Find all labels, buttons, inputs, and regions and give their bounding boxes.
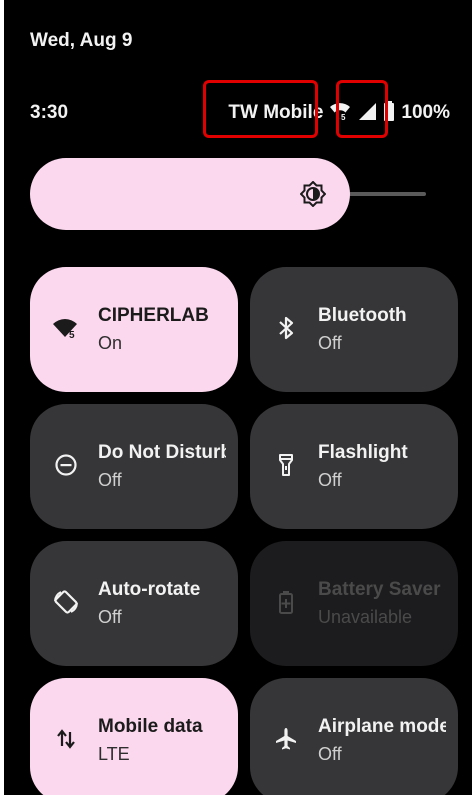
airplane-mode-tile[interactable]: Airplane mode Off (250, 678, 458, 795)
tile-title: Do Not Disturb (98, 442, 226, 463)
tile-state: On (98, 333, 123, 353)
carrier-highlight-box (203, 80, 318, 138)
do-not-disturb-tile[interactable]: Do Not Disturb Off (30, 404, 238, 529)
svg-text:5: 5 (69, 330, 75, 339)
signal-highlight-box (336, 80, 388, 138)
tile-title: Airplane mode (318, 716, 446, 737)
tile-state: Off (318, 470, 342, 490)
tile-state: Unavailable (318, 607, 413, 627)
tile-state: Off (318, 744, 342, 764)
wifi-tile[interactable]: 5 CIPHERLAB On (30, 267, 238, 392)
quick-settings-panel: Wed, Aug 9 3:30 TW Mobile 5 100% 5 CIPHE… (4, 0, 472, 795)
bluetooth-tile[interactable]: Bluetooth Off (250, 267, 458, 392)
tile-state: Off (318, 333, 342, 353)
battery-percent: 100% (401, 102, 450, 123)
tile-title: Flashlight (318, 442, 408, 463)
tile-title: CIPHERLAB (98, 305, 209, 326)
wifi-icon: 5 (52, 314, 80, 342)
auto-rotate-tile[interactable]: Auto-rotate Off (30, 541, 238, 666)
tile-title: Battery Saver (318, 579, 441, 600)
mobile-data-tile[interactable]: Mobile data LTE (30, 678, 238, 795)
clock: 3:30 (30, 102, 69, 123)
auto-rotate-icon (52, 588, 80, 616)
tile-state: Off (98, 607, 122, 627)
tile-state: Off (98, 470, 122, 490)
tile-title: Auto-rotate (98, 579, 201, 600)
bluetooth-icon (272, 314, 300, 342)
mobile-data-icon (52, 725, 80, 753)
brightness-icon (299, 180, 327, 208)
battery-saver-icon (272, 588, 300, 616)
battery-saver-tile[interactable]: Battery Saver Unavailable (250, 541, 458, 666)
airplane-icon (272, 725, 300, 753)
date-label: Wed, Aug 9 (30, 30, 133, 51)
tile-title: Mobile data (98, 716, 203, 737)
tile-state: LTE (98, 744, 130, 764)
flashlight-tile[interactable]: Flashlight Off (250, 404, 458, 529)
do-not-disturb-icon (52, 451, 80, 479)
tile-title: Bluetooth (318, 305, 407, 326)
flashlight-icon (272, 451, 300, 479)
